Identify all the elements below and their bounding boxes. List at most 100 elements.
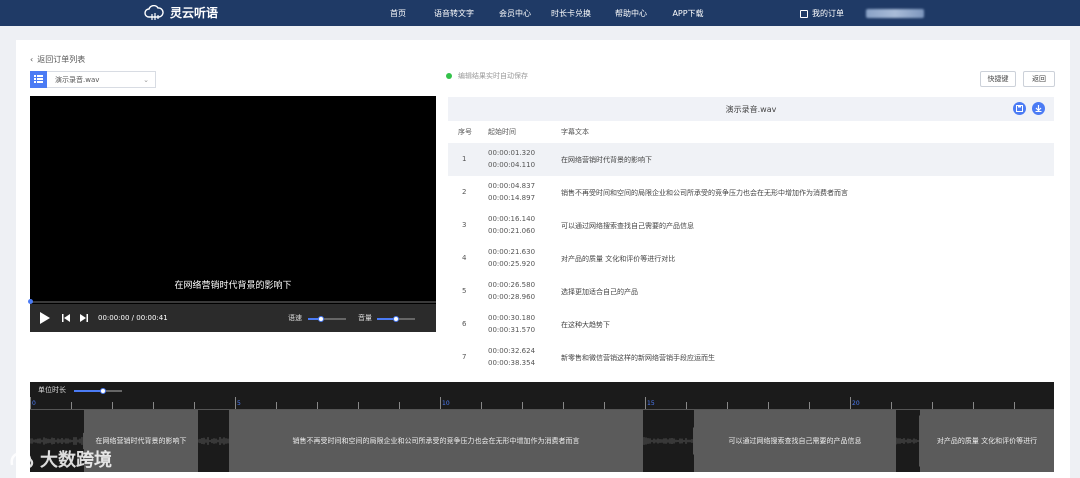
- waveform-area[interactable]: 在网络营销时代背景的影响下 销售不再受时间和空间的局限企业和公司所承受的竞争压力…: [30, 410, 1054, 472]
- back-link-label: 返回订单列表: [37, 55, 86, 64]
- volume-slider[interactable]: [377, 316, 415, 322]
- ruler-tick: [440, 397, 441, 409]
- row-times[interactable]: 00:00:21.630 00:00:25.920: [488, 246, 535, 270]
- transcript-row[interactable]: 3 00:00:16.140 00:00:21.060 可以通过网络搜索查找自己需…: [448, 209, 1054, 242]
- row-times[interactable]: 00:00:16.140 00:00:21.060: [488, 213, 535, 237]
- previous-icon[interactable]: [62, 314, 70, 322]
- ruler-tick: [522, 402, 523, 409]
- player-controls: 00:00:00 / 00:00:41 语速 音量: [30, 304, 436, 332]
- column-header-time: 起始时间: [488, 128, 516, 136]
- save-icon[interactable]: [1013, 102, 1026, 115]
- transcript-row[interactable]: 4 00:00:21.630 00:00:25.920 对产品的质量 文化和评价等…: [448, 242, 1054, 275]
- ruler-tick: [358, 402, 359, 409]
- speed-slider-knob[interactable]: [318, 316, 324, 322]
- row-end-time: 00:00:38.354: [488, 359, 536, 367]
- next-icon[interactable]: [80, 314, 88, 322]
- video-player[interactable]: 在网络营销时代背景的影响下 00:00:00 / 00:00:41 语速 音量: [28, 96, 436, 332]
- row-start-time: 00:00:01.320: [488, 149, 536, 157]
- column-header-text: 字幕文本: [561, 128, 589, 136]
- main-panel: ‹ 返回订单列表 演示录音.wav ⌄ 编辑结果实时自动保存 快捷键 返回 在网…: [16, 40, 1070, 478]
- app-name: 灵云听语: [170, 6, 219, 20]
- ruler-tick: [30, 397, 31, 409]
- ruler-tick: [768, 402, 769, 409]
- timeline-segment[interactable]: 对产品的质量 文化和评价等进行: [920, 410, 1054, 472]
- ruler-tick: [850, 397, 851, 409]
- timeline-zoom-knob[interactable]: [100, 388, 106, 394]
- transcript-row[interactable]: 2 00:00:04.837 00:00:14.897 销售不再受时间和空间的局限…: [448, 176, 1054, 209]
- timeline-segment[interactable]: 可以通过网络搜索查找自己需要的产品信息: [694, 410, 896, 472]
- ruler-tick: [809, 402, 810, 409]
- ruler-tick: [973, 402, 974, 409]
- back-button[interactable]: 返回: [1023, 71, 1055, 87]
- row-text[interactable]: 可以通过网络搜索查找自己需要的产品信息: [561, 221, 694, 231]
- row-times[interactable]: 00:00:32.624 00:00:38.354: [488, 345, 535, 369]
- ruler-tick: [276, 402, 277, 409]
- row-start-time: 00:00:04.837: [488, 182, 536, 190]
- autosave-dot-icon: [446, 73, 452, 79]
- row-text[interactable]: 选择更加适合自己的产品: [561, 287, 638, 297]
- play-icon[interactable]: [40, 312, 50, 324]
- ruler-tick: [112, 402, 113, 409]
- nav-item-app-download[interactable]: APP下载: [658, 8, 718, 19]
- nav-item-redeem-card[interactable]: 时长卡兑换: [538, 8, 604, 19]
- timeline-zoom-label: 单位时长: [38, 386, 66, 394]
- main-nav: 首页 语音转文字 会员中心 时长卡兑换 帮助中心 APP下载: [380, 0, 718, 26]
- shortcut-button[interactable]: 快捷键: [980, 71, 1016, 87]
- app-logo[interactable]: 灵云听语: [144, 4, 218, 21]
- tick-label: 0: [32, 400, 36, 407]
- row-times[interactable]: 00:00:01.320 00:00:04.110: [488, 147, 535, 171]
- nav-item-help[interactable]: 帮助中心: [604, 8, 658, 19]
- cloud-logo-icon: [144, 4, 164, 20]
- row-text[interactable]: 在网络营销时代背景的影响下: [561, 155, 652, 165]
- file-name: 演示录音.wav: [55, 75, 100, 84]
- row-start-time: 00:00:32.624: [488, 347, 536, 355]
- ruler-tick: [932, 402, 933, 409]
- ruler-tick: [891, 402, 892, 409]
- my-orders-link[interactable]: 我的订单: [800, 8, 844, 19]
- ruler-tick: [686, 402, 687, 409]
- segment-text: 对产品的质量 文化和评价等进行: [936, 437, 1038, 445]
- list-icon[interactable]: [30, 70, 47, 88]
- ruler-tick: [645, 397, 646, 409]
- file-select-dropdown[interactable]: 演示录音.wav ⌄: [30, 70, 156, 88]
- back-to-orders-link[interactable]: ‹ 返回订单列表: [30, 54, 85, 65]
- transcript-row[interactable]: 6 00:00:30.180 00:00:31.570 在这种大趋势下: [448, 308, 1054, 341]
- transcript-row[interactable]: 7 00:00:32.624 00:00:38.354 新零售和微信营销这样的新网…: [448, 341, 1054, 374]
- ruler-tick: [317, 402, 318, 409]
- volume-slider-knob[interactable]: [393, 316, 399, 322]
- row-times[interactable]: 00:00:26.580 00:00:28.960: [488, 279, 535, 303]
- transcript-row[interactable]: 1 00:00:01.320 00:00:04.110 在网络营销时代背景的影响下: [448, 143, 1054, 176]
- speed-slider[interactable]: [308, 316, 346, 322]
- segment-text: 可以通过网络搜索查找自己需要的产品信息: [728, 437, 862, 445]
- column-header-index: 序号: [458, 128, 472, 136]
- video-subtitle: 在网络营销时代背景的影响下: [174, 281, 292, 291]
- transcript-row[interactable]: 5 00:00:26.580 00:00:28.960 选择更加适合自己的产品: [448, 275, 1054, 308]
- row-text[interactable]: 对产品的质量 文化和评价等进行对比: [561, 254, 675, 264]
- tick-label: 15: [647, 400, 655, 407]
- row-end-time: 00:00:04.110: [488, 161, 536, 169]
- user-account-blurred[interactable]: [866, 9, 924, 18]
- row-index: 3: [462, 221, 467, 229]
- video-progress-bar[interactable]: [30, 301, 436, 303]
- row-text[interactable]: 在这种大趋势下: [561, 320, 610, 330]
- row-text[interactable]: 新零售和微信营销这样的新网络营销手段应运而生: [561, 353, 715, 363]
- chevron-down-icon: ⌄: [143, 75, 149, 84]
- nav-item-member-center[interactable]: 会员中心: [492, 8, 538, 19]
- nav-item-speech-to-text[interactable]: 语音转文字: [416, 8, 492, 19]
- watermark: 大数跨境: [8, 446, 112, 472]
- timeline-zoom-slider[interactable]: [74, 388, 122, 394]
- nav-item-home[interactable]: 首页: [380, 8, 416, 19]
- speed-label: 语速: [288, 314, 302, 322]
- timeline-segment[interactable]: 销售不再受时间和空间的局限企业和公司所承受的竞争压力也会在无形中增加作为消费者而…: [229, 410, 643, 472]
- row-times[interactable]: 00:00:30.180 00:00:31.570: [488, 312, 535, 336]
- transcript-title: 演示录音.wav: [725, 104, 777, 114]
- download-icon[interactable]: [1032, 102, 1045, 115]
- ruler-tick: [153, 402, 154, 409]
- autosave-status: 编辑结果实时自动保存: [446, 71, 528, 81]
- tick-label: 20: [852, 400, 860, 407]
- ruler-tick: [481, 402, 482, 409]
- orders-icon: [800, 9, 808, 18]
- waveform-timeline[interactable]: 单位时长 0 5 10 15 20 在网络营销时代背景的影响下 销售不再受时间和…: [30, 382, 1054, 472]
- row-text[interactable]: 销售不再受时间和空间的局限企业和公司所承受的竞争压力也会在无形中增加作为消费者而…: [561, 188, 848, 198]
- row-times[interactable]: 00:00:04.837 00:00:14.897: [488, 180, 535, 204]
